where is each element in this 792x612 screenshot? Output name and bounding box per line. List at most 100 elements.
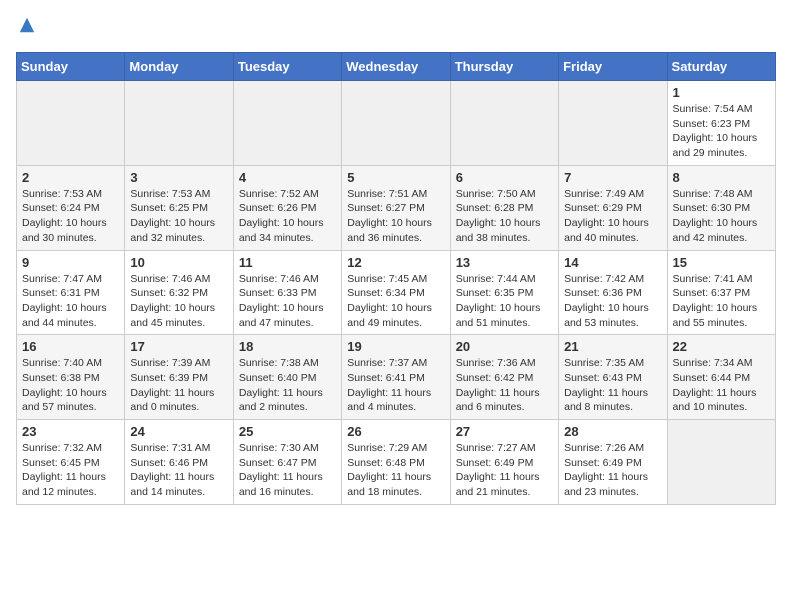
calendar-cell: 20Sunrise: 7:36 AMSunset: 6:42 PMDayligh…	[450, 335, 558, 420]
day-info: Sunrise: 7:49 AMSunset: 6:29 PMDaylight:…	[564, 187, 661, 246]
day-info: Sunrise: 7:50 AMSunset: 6:28 PMDaylight:…	[456, 187, 553, 246]
calendar-cell	[233, 81, 341, 166]
day-number: 6	[456, 170, 553, 185]
calendar-cell: 25 Sunrise: 7:30 AMSunset: 6:47 PMDayligh…	[233, 420, 341, 505]
calendar-week-row: 1 Sunrise: 7:54 AMSunset: 6:23 PMDaylight…	[17, 81, 776, 166]
calendar-week-row: 2 Sunrise: 7:53 AMSunset: 6:24 PMDaylight…	[17, 165, 776, 250]
calendar-cell: 27 Sunrise: 7:27 AMSunset: 6:49 PMDayligh…	[450, 420, 558, 505]
calendar-header-sunday: Sunday	[17, 53, 125, 81]
calendar-cell: 22 Sunrise: 7:34 AMSunset: 6:44 PMDayligh…	[667, 335, 775, 420]
calendar-cell: 2 Sunrise: 7:53 AMSunset: 6:24 PMDaylight…	[17, 165, 125, 250]
day-info: Sunrise: 7:53 AMSunset: 6:25 PMDaylight:…	[130, 187, 227, 246]
day-number: 10	[130, 255, 227, 270]
day-number: 19	[347, 339, 444, 354]
day-info: Sunrise: 7:46 AMSunset: 6:32 PMDaylight:…	[130, 272, 227, 331]
calendar-cell: 7 Sunrise: 7:49 AMSunset: 6:29 PMDaylight…	[559, 165, 667, 250]
calendar-header-saturday: Saturday	[667, 53, 775, 81]
day-number: 27	[456, 424, 553, 439]
calendar-header-row: SundayMondayTuesdayWednesdayThursdayFrid…	[17, 53, 776, 81]
day-number: 9	[22, 255, 119, 270]
calendar-table: SundayMondayTuesdayWednesdayThursdayFrid…	[16, 52, 776, 505]
day-number: 17	[130, 339, 227, 354]
day-info: Sunrise: 7:42 AMSunset: 6:36 PMDaylight:…	[564, 272, 661, 331]
day-number: 25	[239, 424, 336, 439]
day-number: 24	[130, 424, 227, 439]
day-info: Sunrise: 7:51 AMSunset: 6:27 PMDaylight:…	[347, 187, 444, 246]
calendar-cell: 3Sunrise: 7:53 AMSunset: 6:25 PMDaylight…	[125, 165, 233, 250]
calendar-cell: 17 Sunrise: 7:39 AMSunset: 6:39 PMDayligh…	[125, 335, 233, 420]
calendar-cell: 18 Sunrise: 7:38 AMSunset: 6:40 PMDayligh…	[233, 335, 341, 420]
day-number: 11	[239, 255, 336, 270]
calendar-cell: 15 Sunrise: 7:41 AMSunset: 6:37 PMDayligh…	[667, 250, 775, 335]
calendar-cell: 8 Sunrise: 7:48 AMSunset: 6:30 PMDaylight…	[667, 165, 775, 250]
calendar-cell: 14 Sunrise: 7:42 AMSunset: 6:36 PMDayligh…	[559, 250, 667, 335]
calendar-week-row: 23 Sunrise: 7:32 AMSunset: 6:45 PMDayligh…	[17, 420, 776, 505]
logo	[16, 16, 36, 42]
day-number: 8	[673, 170, 770, 185]
day-info: Sunrise: 7:47 AMSunset: 6:31 PMDaylight:…	[22, 272, 119, 331]
day-info: Sunrise: 7:53 AMSunset: 6:24 PMDaylight:…	[22, 187, 119, 246]
day-info: Sunrise: 7:27 AMSunset: 6:49 PMDaylight:…	[456, 441, 553, 500]
calendar-header-thursday: Thursday	[450, 53, 558, 81]
day-info: Sunrise: 7:26 AMSunset: 6:49 PMDaylight:…	[564, 441, 661, 500]
day-number: 22	[673, 339, 770, 354]
day-info: Sunrise: 7:31 AMSunset: 6:46 PMDaylight:…	[130, 441, 227, 500]
day-info: Sunrise: 7:30 AMSunset: 6:47 PMDaylight:…	[239, 441, 336, 500]
page-header	[16, 16, 776, 42]
day-info: Sunrise: 7:52 AMSunset: 6:26 PMDaylight:…	[239, 187, 336, 246]
day-info: Sunrise: 7:35 AMSunset: 6:43 PMDaylight:…	[564, 356, 661, 415]
calendar-cell: 4 Sunrise: 7:52 AMSunset: 6:26 PMDaylight…	[233, 165, 341, 250]
calendar-cell: 21Sunrise: 7:35 AMSunset: 6:43 PMDayligh…	[559, 335, 667, 420]
calendar-week-row: 9 Sunrise: 7:47 AMSunset: 6:31 PMDaylight…	[17, 250, 776, 335]
calendar-cell: 12Sunrise: 7:45 AMSunset: 6:34 PMDayligh…	[342, 250, 450, 335]
day-number: 23	[22, 424, 119, 439]
day-number: 5	[347, 170, 444, 185]
calendar-cell: 6 Sunrise: 7:50 AMSunset: 6:28 PMDaylight…	[450, 165, 558, 250]
day-info: Sunrise: 7:46 AMSunset: 6:33 PMDaylight:…	[239, 272, 336, 331]
day-info: Sunrise: 7:29 AMSunset: 6:48 PMDaylight:…	[347, 441, 444, 500]
calendar-header-wednesday: Wednesday	[342, 53, 450, 81]
day-info: Sunrise: 7:44 AMSunset: 6:35 PMDaylight:…	[456, 272, 553, 331]
calendar-header-friday: Friday	[559, 53, 667, 81]
day-info: Sunrise: 7:32 AMSunset: 6:45 PMDaylight:…	[22, 441, 119, 500]
day-info: Sunrise: 7:39 AMSunset: 6:39 PMDaylight:…	[130, 356, 227, 415]
calendar-cell: 10 Sunrise: 7:46 AMSunset: 6:32 PMDayligh…	[125, 250, 233, 335]
calendar-cell	[342, 81, 450, 166]
day-info: Sunrise: 7:40 AMSunset: 6:38 PMDaylight:…	[22, 356, 119, 415]
day-number: 18	[239, 339, 336, 354]
day-number: 13	[456, 255, 553, 270]
day-number: 28	[564, 424, 661, 439]
calendar-cell	[450, 81, 558, 166]
day-number: 4	[239, 170, 336, 185]
logo-icon	[18, 16, 36, 34]
calendar-cell: 19 Sunrise: 7:37 AMSunset: 6:41 PMDayligh…	[342, 335, 450, 420]
day-info: Sunrise: 7:34 AMSunset: 6:44 PMDaylight:…	[673, 356, 770, 415]
day-number: 15	[673, 255, 770, 270]
calendar-cell: 13 Sunrise: 7:44 AMSunset: 6:35 PMDayligh…	[450, 250, 558, 335]
calendar-cell: 26 Sunrise: 7:29 AMSunset: 6:48 PMDayligh…	[342, 420, 450, 505]
calendar-cell	[125, 81, 233, 166]
day-number: 16	[22, 339, 119, 354]
calendar-cell: 5 Sunrise: 7:51 AMSunset: 6:27 PMDaylight…	[342, 165, 450, 250]
calendar-cell: 28 Sunrise: 7:26 AMSunset: 6:49 PMDayligh…	[559, 420, 667, 505]
calendar-cell: 1 Sunrise: 7:54 AMSunset: 6:23 PMDaylight…	[667, 81, 775, 166]
day-info: Sunrise: 7:38 AMSunset: 6:40 PMDaylight:…	[239, 356, 336, 415]
calendar-header-monday: Monday	[125, 53, 233, 81]
calendar-cell: 11 Sunrise: 7:46 AMSunset: 6:33 PMDayligh…	[233, 250, 341, 335]
day-number: 12	[347, 255, 444, 270]
day-info: Sunrise: 7:54 AMSunset: 6:23 PMDaylight:…	[673, 102, 770, 161]
calendar-cell: 23 Sunrise: 7:32 AMSunset: 6:45 PMDayligh…	[17, 420, 125, 505]
day-number: 2	[22, 170, 119, 185]
day-info: Sunrise: 7:48 AMSunset: 6:30 PMDaylight:…	[673, 187, 770, 246]
day-number: 1	[673, 85, 770, 100]
calendar-cell	[667, 420, 775, 505]
day-number: 14	[564, 255, 661, 270]
day-info: Sunrise: 7:41 AMSunset: 6:37 PMDaylight:…	[673, 272, 770, 331]
calendar-cell: 9 Sunrise: 7:47 AMSunset: 6:31 PMDaylight…	[17, 250, 125, 335]
calendar-week-row: 16 Sunrise: 7:40 AMSunset: 6:38 PMDayligh…	[17, 335, 776, 420]
calendar-cell	[17, 81, 125, 166]
day-number: 26	[347, 424, 444, 439]
day-info: Sunrise: 7:37 AMSunset: 6:41 PMDaylight:…	[347, 356, 444, 415]
day-number: 7	[564, 170, 661, 185]
calendar-cell	[559, 81, 667, 166]
